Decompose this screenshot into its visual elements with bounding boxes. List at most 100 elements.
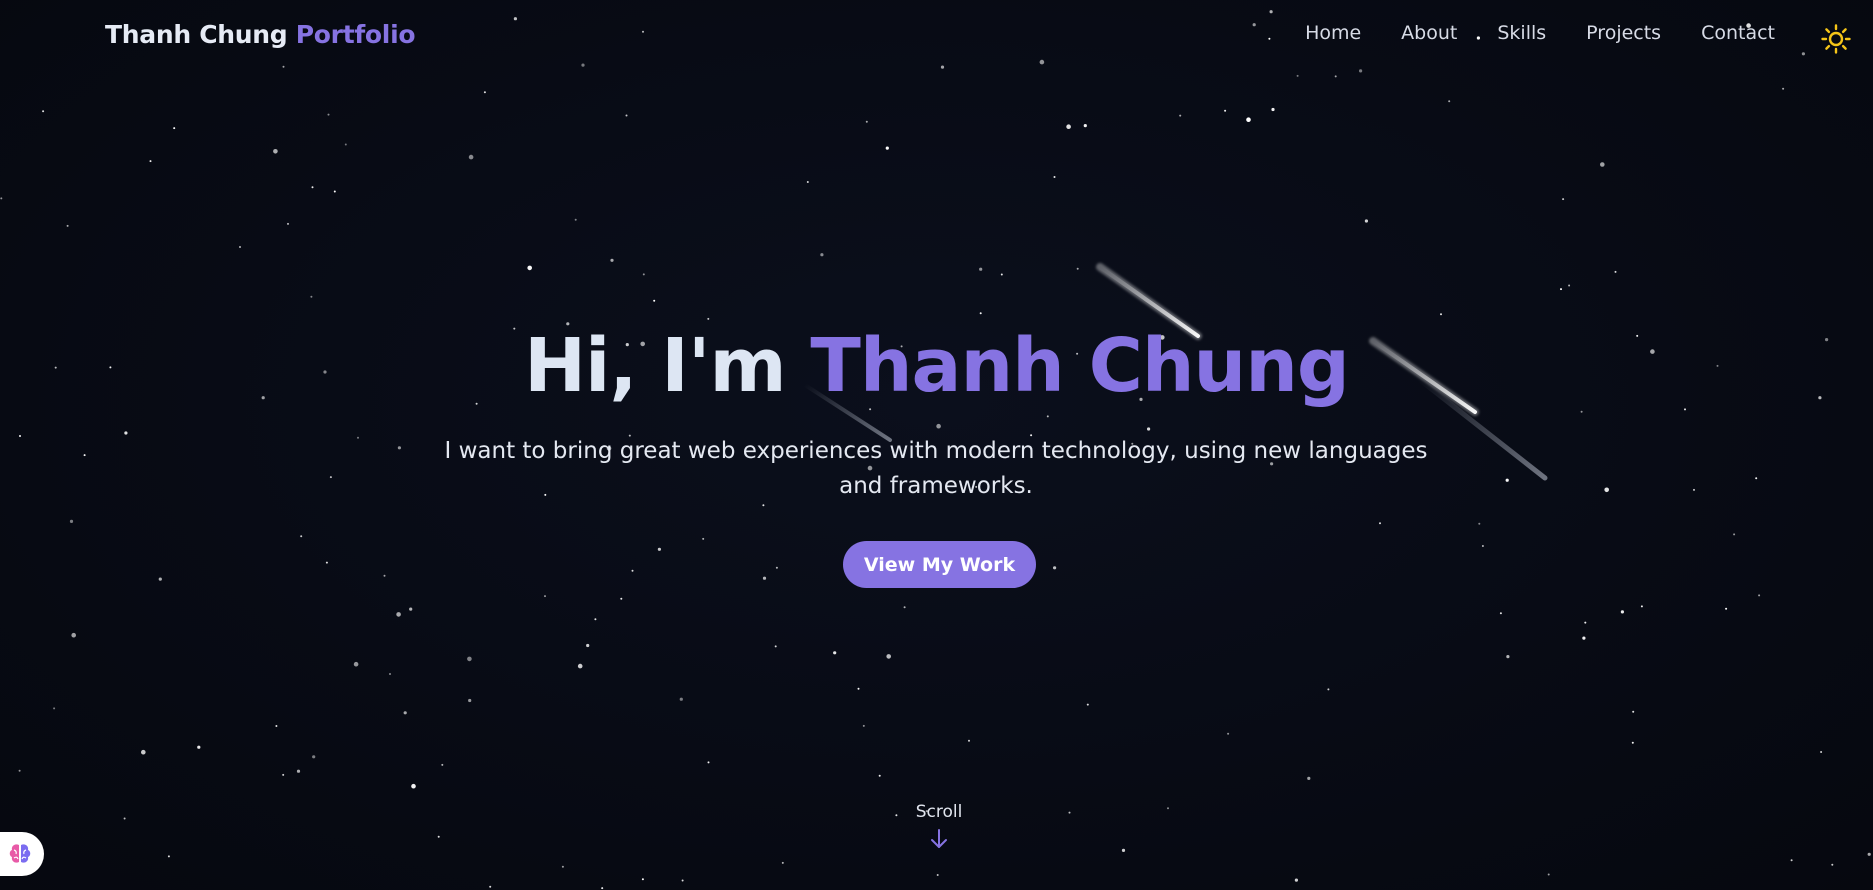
star [631,569,634,572]
star [1733,533,1736,536]
star [468,154,474,160]
star [1758,594,1761,597]
star [1000,273,1003,276]
theme-toggle-button[interactable] [1821,24,1851,54]
star [833,651,837,655]
star [0,197,3,200]
star [653,299,656,302]
star [1867,852,1871,856]
star [601,887,604,890]
star [1294,878,1298,882]
star [1046,415,1049,418]
star [806,181,809,183]
scroll-indicator[interactable]: Scroll [886,802,992,850]
scroll-label: Scroll [915,802,963,822]
star [409,607,413,611]
star [1083,124,1087,128]
star [527,265,532,271]
star [1121,848,1126,853]
star [158,577,162,581]
star [1224,109,1227,112]
star [389,673,391,675]
star [1614,270,1617,273]
star [707,761,710,764]
star [762,504,765,507]
star [1296,74,1299,77]
star [333,190,336,193]
star [1604,487,1609,493]
star [857,687,860,690]
star [1831,863,1834,866]
star [53,707,56,710]
nav-link-contact[interactable]: Contact [1701,22,1775,44]
brand-name: Thanh Chung [105,20,288,49]
star [83,454,86,457]
star [574,218,577,221]
star [642,273,645,276]
star [1820,751,1823,753]
star [327,113,330,116]
star [396,612,401,617]
star [296,769,301,773]
star [310,295,313,298]
star [774,645,777,648]
star [1053,566,1057,570]
star [1086,703,1089,706]
ai-assistant-button[interactable] [0,832,44,876]
star [312,755,316,759]
star [397,446,401,450]
nav-link-about[interactable]: About [1401,22,1457,44]
brand-logo[interactable]: Thanh Chung Portfolio [105,20,416,49]
star [489,885,492,888]
star [1068,811,1071,814]
star [1307,776,1311,781]
star [1506,655,1510,659]
star [679,697,683,701]
star [1440,313,1442,316]
star [594,618,597,621]
star [1076,267,1079,270]
star [149,160,152,163]
star [586,643,590,648]
star [1584,621,1587,624]
brand-accent: Portfolio [295,20,416,49]
star [1631,741,1634,744]
nav-link-skills[interactable]: Skills [1497,22,1546,44]
star [1620,610,1624,614]
brain-icon [9,844,31,863]
nav-link-projects[interactable]: Projects [1586,22,1661,44]
star [762,576,767,580]
star [1499,612,1502,615]
star [282,773,285,776]
star [1271,107,1275,112]
star [610,258,614,262]
star [167,855,170,858]
star [357,436,359,439]
star [311,186,314,189]
star [287,222,289,225]
star [1147,427,1151,431]
star [820,253,824,257]
star [1505,478,1509,482]
star [71,632,76,638]
star [18,769,21,772]
view-my-work-button[interactable]: View My Work [843,541,1036,588]
star [483,91,486,94]
nav-link-home[interactable]: Home [1305,22,1361,44]
star [329,476,332,479]
star [1547,873,1550,876]
star [1066,124,1071,129]
star [300,535,303,538]
star [69,519,74,524]
star [620,597,623,600]
star [197,745,201,749]
star [641,878,644,881]
star [141,749,146,755]
star [124,431,128,435]
star [1481,545,1484,547]
hero-subtitle: I want to bring great web experiences wi… [444,438,1428,499]
star [561,865,564,868]
star [775,566,778,569]
star [1725,607,1728,610]
star [411,783,416,789]
